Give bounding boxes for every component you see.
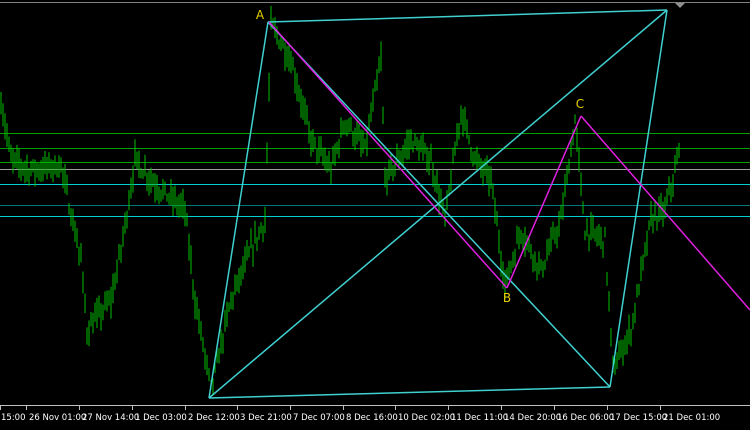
channel-trendline[interactable] [208,386,611,399]
x-tick-label: 21 Dec 01:00 [663,413,720,423]
pattern-point-label-a: A [256,8,265,22]
x-tick-label: 14 Dec 20:00 [504,413,561,423]
x-tick-label: 7 Dec 07:00 [293,413,345,423]
abc-pattern-line[interactable] [580,115,750,311]
x-tick-label: 2 Dec 12:00 [188,413,240,423]
x-tick-label: 8 Dec 16:00 [346,413,398,423]
chart-canvas: A B C 15:00 26 Nov 01:0027 Nov 14:001 Dec 0… [0,2,750,423]
x-tick-label: 17 Dec 15:00 [610,413,667,423]
pattern-point-label-c: C [576,97,584,111]
x-tick-label: 27 Nov 14:00 [82,413,139,423]
pattern-point-label-b: B [503,291,511,305]
x-tick-label: 16 Dec 06:00 [557,413,614,423]
x-tick-label: 26 Nov 01:00 [29,413,86,423]
channel-trendline[interactable] [609,9,668,388]
x-tick-label: 15:00 [1,413,26,423]
chart-shift-marker-icon[interactable] [675,3,685,8]
x-tick-label: 10 Dec 02:00 [398,413,455,423]
price-chart[interactable]: A B C 15:00 26 Nov 01:00 27 Nov 14:00 1 Dec 0… [0,0,750,430]
x-tick-label: 11 Dec 11:00 [451,413,508,423]
channel-trendline[interactable] [267,9,668,23]
x-tick-label: 3 Dec 21:00 [240,413,292,423]
channel-trendline[interactable] [267,21,611,388]
channel-trendline[interactable] [208,21,269,399]
x-tick-label: 1 Dec 03:00 [135,413,187,423]
abc-pattern-line[interactable] [506,115,582,289]
